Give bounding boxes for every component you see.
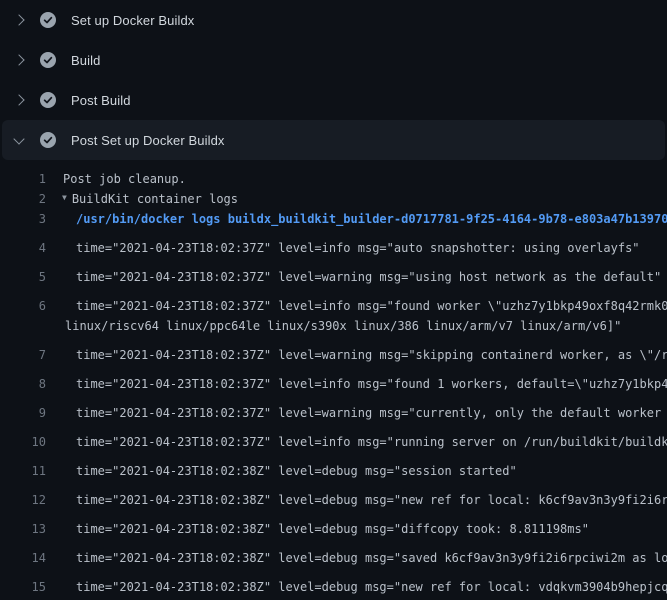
log-area: 1 Post job cleanup. 2 ▼ BuildKit contain… — [0, 160, 667, 600]
log-line: 11 time="2021-04-23T18:02:38Z" level=deb… — [0, 452, 667, 481]
line-number[interactable]: 11 — [0, 461, 46, 481]
line-number[interactable]: 2 — [0, 189, 46, 209]
log-line-text: /usr/bin/docker logs buildx_buildkit_bui… — [76, 209, 667, 229]
line-number[interactable]: 7 — [0, 345, 46, 365]
log-line: 10 time="2021-04-23T18:02:37Z" level=inf… — [0, 423, 667, 452]
log-line: 15 time="2021-04-23T18:02:38Z" level=deb… — [0, 568, 667, 597]
line-number[interactable]: 9 — [0, 403, 46, 423]
check-circle-icon — [40, 12, 56, 28]
line-number[interactable]: 10 — [0, 432, 46, 452]
line-number[interactable]: 1 — [0, 169, 46, 189]
log-line-text: time="2021-04-23T18:02:37Z" level=warnin… — [76, 403, 667, 423]
steps-list: Set up Docker Buildx Build Post Build — [0, 0, 667, 160]
log-line: 3 /usr/bin/docker logs buildx_buildkit_b… — [0, 209, 667, 229]
line-number[interactable]: 5 — [0, 267, 46, 287]
log-line: 9 time="2021-04-23T18:02:37Z" level=warn… — [0, 394, 667, 423]
line-number[interactable]: 8 — [0, 374, 46, 394]
log-line-text: time="2021-04-23T18:02:38Z" level=debug … — [76, 519, 589, 539]
log-line: 7 time="2021-04-23T18:02:37Z" level=warn… — [0, 336, 667, 365]
chevron-down-icon — [13, 133, 24, 144]
log-line: 13 time="2021-04-23T18:02:38Z" level=deb… — [0, 510, 667, 539]
check-circle-icon — [40, 52, 56, 68]
step-label: Post Build — [71, 93, 131, 108]
chevron-right-icon — [13, 94, 24, 105]
line-number[interactable]: 6 — [0, 296, 46, 316]
step-row[interactable]: Post Build — [0, 80, 667, 120]
line-number[interactable]: 13 — [0, 519, 46, 539]
line-number[interactable]: 15 — [0, 577, 46, 597]
log-line-text: BuildKit container logs — [72, 189, 238, 209]
log-line-text: time="2021-04-23T18:02:38Z" level=debug … — [76, 548, 667, 568]
chevron-right-icon — [13, 54, 24, 65]
log-line: 14 time="2021-04-23T18:02:38Z" level=deb… — [0, 539, 667, 568]
step-row[interactable]: Set up Docker Buildx — [0, 0, 667, 40]
log-line-text: time="2021-04-23T18:02:37Z" level=info m… — [76, 296, 667, 316]
line-number[interactable]: 3 — [0, 209, 46, 229]
step-row[interactable]: Build — [0, 40, 667, 80]
log-line-text: Post job cleanup. — [63, 169, 186, 189]
log-line: linux/riscv64 linux/ppc64le linux/s390x … — [0, 316, 667, 336]
log-line-text: linux/riscv64 linux/ppc64le linux/s390x … — [65, 316, 621, 336]
actions-log-viewer: Set up Docker Buildx Build Post Build — [0, 0, 667, 600]
check-circle-icon — [40, 92, 56, 108]
line-number[interactable]: 12 — [0, 490, 46, 510]
check-circle-icon — [40, 132, 56, 148]
step-label: Build — [71, 53, 100, 68]
log-line-text: time="2021-04-23T18:02:37Z" level=info m… — [76, 374, 667, 394]
step-label: Post Set up Docker Buildx — [71, 133, 225, 148]
log-line: 1 Post job cleanup. — [0, 169, 667, 189]
chevron-right-icon — [13, 14, 24, 25]
log-line-text: time="2021-04-23T18:02:38Z" level=debug … — [76, 461, 517, 481]
log-line: 8 time="2021-04-23T18:02:37Z" level=info… — [0, 365, 667, 394]
triangle-down-icon[interactable]: ▼ — [62, 189, 67, 208]
log-line-text: time="2021-04-23T18:02:37Z" level=info m… — [76, 238, 640, 258]
log-line: 5 time="2021-04-23T18:02:37Z" level=warn… — [0, 258, 667, 287]
log-line-text: time="2021-04-23T18:02:37Z" level=warnin… — [76, 345, 667, 365]
log-line-text: time="2021-04-23T18:02:38Z" level=debug … — [76, 490, 667, 510]
line-number[interactable]: 4 — [0, 238, 46, 258]
step-row[interactable]: Post Set up Docker Buildx — [2, 120, 665, 160]
step-label: Set up Docker Buildx — [71, 13, 194, 28]
log-line-text: time="2021-04-23T18:02:37Z" level=info m… — [76, 432, 667, 452]
log-line-text: time="2021-04-23T18:02:38Z" level=debug … — [76, 577, 667, 597]
log-line: 2 ▼ BuildKit container logs — [0, 189, 667, 209]
log-line: 4 time="2021-04-23T18:02:37Z" level=info… — [0, 229, 667, 258]
log-line: 6 time="2021-04-23T18:02:37Z" level=info… — [0, 287, 667, 316]
line-number[interactable] — [0, 316, 46, 336]
line-number[interactable]: 14 — [0, 548, 46, 568]
log-line-text: time="2021-04-23T18:02:37Z" level=warnin… — [76, 267, 661, 287]
log-line: 12 time="2021-04-23T18:02:38Z" level=deb… — [0, 481, 667, 510]
